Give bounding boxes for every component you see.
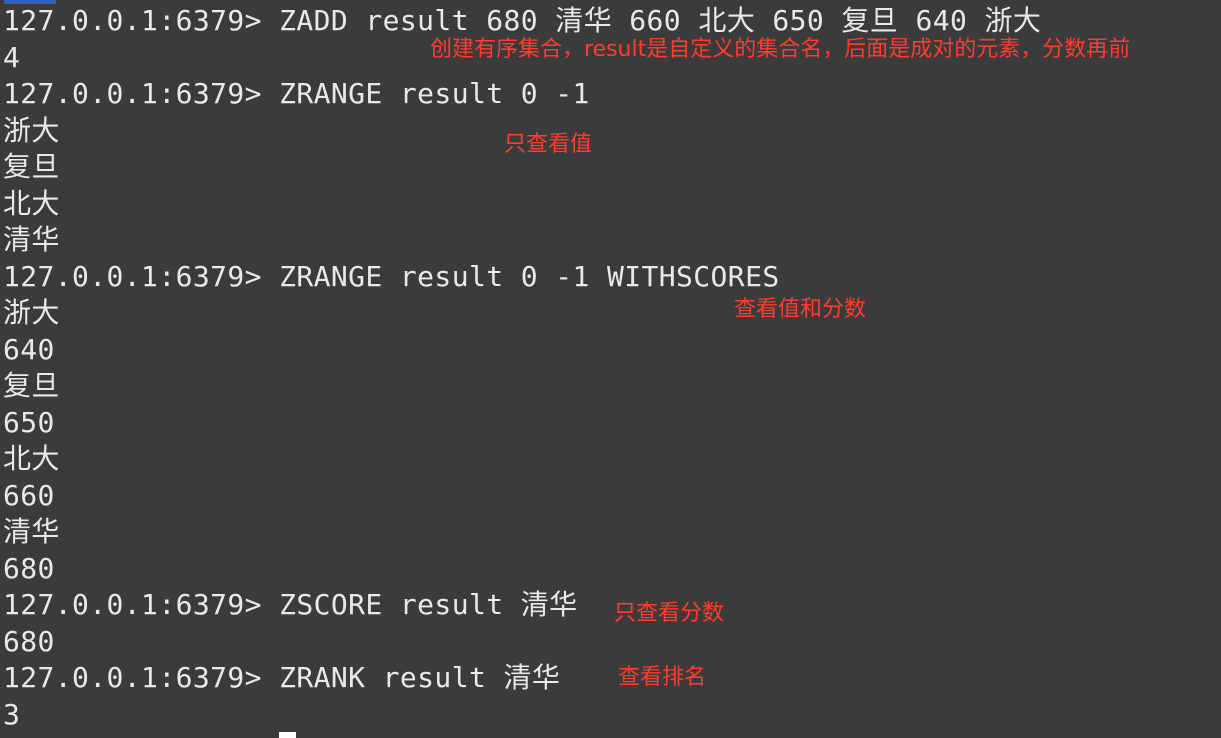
annotation-zrange-withscores: 查看值和分数 bbox=[734, 297, 867, 322]
terminal-line: 复旦 bbox=[3, 369, 60, 402]
terminal-line: 650 bbox=[3, 406, 55, 439]
terminal-line: 680 bbox=[3, 625, 55, 658]
terminal-line: 127.0.0.1:6379> ZRANGE result 0 -1 bbox=[3, 77, 590, 110]
terminal-line: 浙大 bbox=[3, 114, 60, 147]
terminal-line: 复旦 bbox=[3, 150, 60, 183]
terminal-line: 127.0.0.1:6379> ZSCORE result 清华 bbox=[3, 588, 578, 621]
terminal-line: 127.0.0.1:6379> ZADD result 680 清华 660 北… bbox=[3, 4, 1042, 37]
terminal-line: 4 bbox=[3, 41, 21, 74]
text-cursor bbox=[279, 732, 296, 738]
terminal-line: 127.0.0.1:6379> ZRANK result 清华 bbox=[3, 661, 561, 694]
annotation-zscore: 只查看分数 bbox=[614, 601, 725, 626]
annotation-zadd: 创建有序集合，result是自定义的集合名，后面是成对的元素，分数再前 bbox=[430, 37, 1131, 62]
terminal-line: 清华 bbox=[3, 223, 60, 256]
terminal-line: 640 bbox=[3, 333, 55, 366]
terminal-line: 北大 bbox=[3, 442, 60, 475]
terminal-line: 680 bbox=[3, 552, 55, 585]
annotation-zrank: 查看排名 bbox=[618, 665, 707, 690]
terminal-line: 127.0.0.1:6379> ZRANGE result 0 -1 WITHS… bbox=[3, 260, 780, 293]
terminal-line: 3 bbox=[3, 698, 21, 731]
terminal-line: 北大 bbox=[3, 187, 60, 220]
terminal-line: 660 bbox=[3, 479, 55, 512]
terminal-line: 清华 bbox=[3, 515, 60, 548]
terminal-window[interactable]: 127.0.0.1:6379> ZADD result 680 清华 660 北… bbox=[0, 0, 1221, 738]
annotation-zrange: 只查看值 bbox=[504, 132, 593, 157]
terminal-line: 浙大 bbox=[3, 296, 60, 329]
